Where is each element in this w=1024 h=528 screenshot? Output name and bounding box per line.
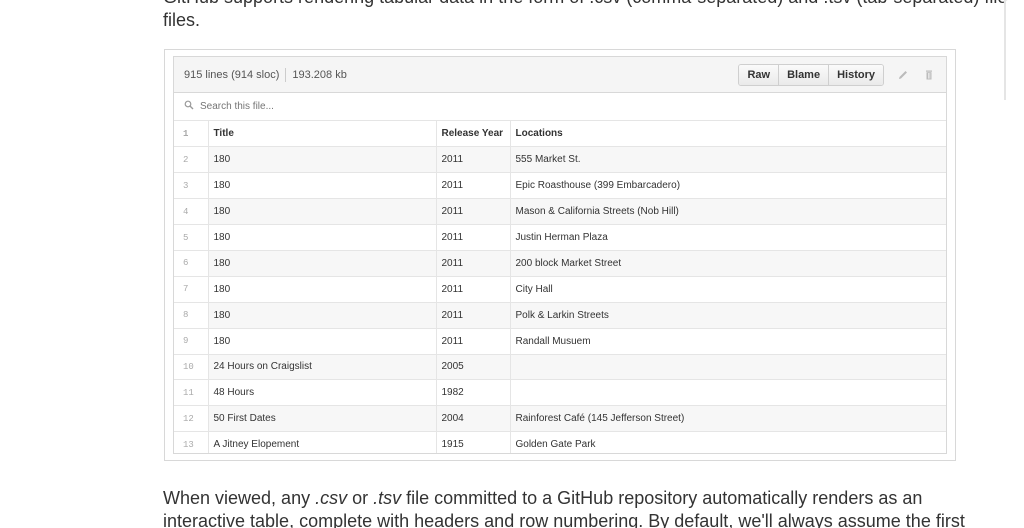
cell-title: 180 bbox=[208, 302, 437, 329]
table-row: 13 A Jitney Elopement 1915 Golden Gate Park bbox=[174, 431, 946, 453]
file-actions: Raw Blame History bbox=[738, 63, 884, 86]
cell-locations bbox=[510, 354, 946, 381]
line-number[interactable]: 7 bbox=[174, 276, 209, 303]
line-number[interactable]: 8 bbox=[174, 302, 209, 329]
cell-release-year: 2005 bbox=[436, 354, 511, 381]
history-button[interactable]: History bbox=[829, 64, 883, 85]
line-number[interactable]: 6 bbox=[174, 250, 209, 277]
table-row: 2 180 2011 555 Market St. bbox=[174, 146, 946, 174]
cell-release-year: 1915 bbox=[436, 431, 511, 453]
line-number[interactable]: 13 bbox=[174, 431, 209, 453]
intro-paragraph: GitHub supports rendering tabular data i… bbox=[163, 0, 1008, 32]
table-row: 11 48 Hours 1982 bbox=[174, 379, 946, 407]
table-row: 4 180 2011 Mason & California Streets (Nob … bbox=[174, 198, 946, 226]
cell-release-year: 2011 bbox=[436, 276, 511, 303]
column-header-title: Title bbox=[208, 121, 437, 148]
cell-release-year: 2011 bbox=[436, 172, 511, 200]
cell-locations: 555 Market St. bbox=[510, 146, 946, 174]
table-row: 9 180 2011 Randall Musuem bbox=[174, 328, 946, 355]
cell-release-year: 1982 bbox=[436, 379, 511, 407]
line-number[interactable]: 4 bbox=[174, 198, 209, 226]
cell-title: 48 Hours bbox=[208, 379, 437, 407]
cell-title: 180 bbox=[208, 198, 437, 226]
trash-icon[interactable] bbox=[922, 68, 936, 82]
line-number[interactable]: 1 bbox=[174, 121, 209, 148]
cell-release-year: 2011 bbox=[436, 302, 511, 329]
cell-release-year: 2011 bbox=[436, 198, 511, 226]
line-number[interactable]: 11 bbox=[174, 379, 209, 407]
cell-release-year: 2011 bbox=[436, 224, 511, 251]
column-header-release-year: Release Year bbox=[436, 121, 511, 148]
table-row: 5 180 2011 Justin Herman Plaza bbox=[174, 224, 946, 251]
line-number[interactable]: 10 bbox=[174, 354, 209, 381]
cell-release-year: 2004 bbox=[436, 405, 511, 433]
line-number[interactable]: 9 bbox=[174, 328, 209, 355]
cell-title: A Jitney Elopement bbox=[208, 431, 437, 453]
blame-button[interactable]: Blame bbox=[779, 64, 830, 85]
line-number[interactable]: 5 bbox=[174, 224, 209, 251]
table-row: 8 180 2011 Polk & Larkin Streets bbox=[174, 302, 946, 329]
cell-locations bbox=[510, 379, 946, 407]
pencil-icon[interactable] bbox=[896, 68, 910, 82]
raw-button[interactable]: Raw bbox=[739, 64, 780, 85]
line-number[interactable]: 3 bbox=[174, 172, 209, 200]
table-row: 10 24 Hours on Craigslist 2005 bbox=[174, 354, 946, 381]
cell-locations: Epic Roasthouse (399 Embarcadero) bbox=[510, 172, 946, 200]
cell-locations: 200 block Market Street bbox=[510, 250, 946, 277]
csv-extension: .csv bbox=[315, 488, 348, 508]
page: GitHub supports rendering tabular data i… bbox=[0, 0, 1024, 528]
description-paragraph: When viewed, any .csv or .tsv file commi… bbox=[163, 487, 1008, 528]
description-line-2: interactive table, complete with headers… bbox=[163, 511, 965, 528]
tsv-extension: .tsv bbox=[373, 488, 402, 508]
cell-title: 180 bbox=[208, 224, 437, 251]
cell-title: 180 bbox=[208, 276, 437, 303]
file-size: 193.208 kb bbox=[292, 68, 347, 81]
cell-title: 180 bbox=[208, 250, 437, 277]
file-line-count: 915 lines (914 sloc) bbox=[184, 68, 280, 81]
cell-title: 180 bbox=[208, 172, 437, 200]
description-text-2: or bbox=[347, 488, 374, 508]
line-number[interactable]: 2 bbox=[174, 146, 209, 174]
description-text-3: file committed to a GitHub repository au… bbox=[401, 488, 923, 508]
table-row: 3 180 2011 Epic Roasthouse (399 Embarcadero… bbox=[174, 172, 946, 200]
table-header-row: 1 Title Release Year Locations bbox=[174, 121, 946, 148]
cell-locations: Rainforest Café (145 Jefferson Street) bbox=[510, 405, 946, 433]
table-row: 6 180 2011 200 block Market Street bbox=[174, 250, 946, 277]
cell-locations: Mason & California Streets (Nob Hill) bbox=[510, 198, 946, 226]
cell-locations: Golden Gate Park bbox=[510, 431, 946, 453]
intro-line-2: files. bbox=[163, 10, 201, 30]
cell-title: 50 First Dates bbox=[208, 405, 437, 433]
search-input[interactable] bbox=[200, 101, 500, 112]
cell-release-year: 2011 bbox=[436, 146, 511, 174]
file-search bbox=[174, 93, 946, 121]
cell-release-year: 2011 bbox=[436, 250, 511, 277]
cell-locations: Justin Herman Plaza bbox=[510, 224, 946, 251]
column-header-locations: Locations bbox=[510, 121, 946, 148]
cell-locations: Randall Musuem bbox=[510, 328, 946, 355]
file-viewer: 915 lines (914 sloc) 193.208 kb Raw Blam… bbox=[164, 49, 956, 461]
cell-title: 24 Hours on Craigslist bbox=[208, 354, 437, 381]
table-row: 12 50 First Dates 2004 Rainforest Café (145… bbox=[174, 405, 946, 433]
line-number[interactable]: 12 bbox=[174, 405, 209, 433]
description-text-1: When viewed, any bbox=[163, 488, 316, 508]
cell-locations: Polk & Larkin Streets bbox=[510, 302, 946, 329]
csv-table: 1 Title Release Year Locations 2 180 2011 5… bbox=[174, 121, 946, 453]
intro-line-1: GitHub supports rendering tabular data i… bbox=[163, 0, 1008, 9]
description-line-1: When viewed, any .csv or .tsv file commi… bbox=[163, 487, 1008, 510]
page-divider bbox=[1004, 0, 1006, 100]
table-row: 7 180 2011 City Hall bbox=[174, 276, 946, 303]
cell-title: 180 bbox=[208, 328, 437, 355]
cell-locations: City Hall bbox=[510, 276, 946, 303]
file-header: 915 lines (914 sloc) 193.208 kb Raw Blam… bbox=[174, 57, 946, 93]
search-icon bbox=[184, 100, 194, 113]
header-separator bbox=[285, 67, 287, 82]
cell-title: 180 bbox=[208, 146, 437, 174]
cell-release-year: 2011 bbox=[436, 328, 511, 355]
